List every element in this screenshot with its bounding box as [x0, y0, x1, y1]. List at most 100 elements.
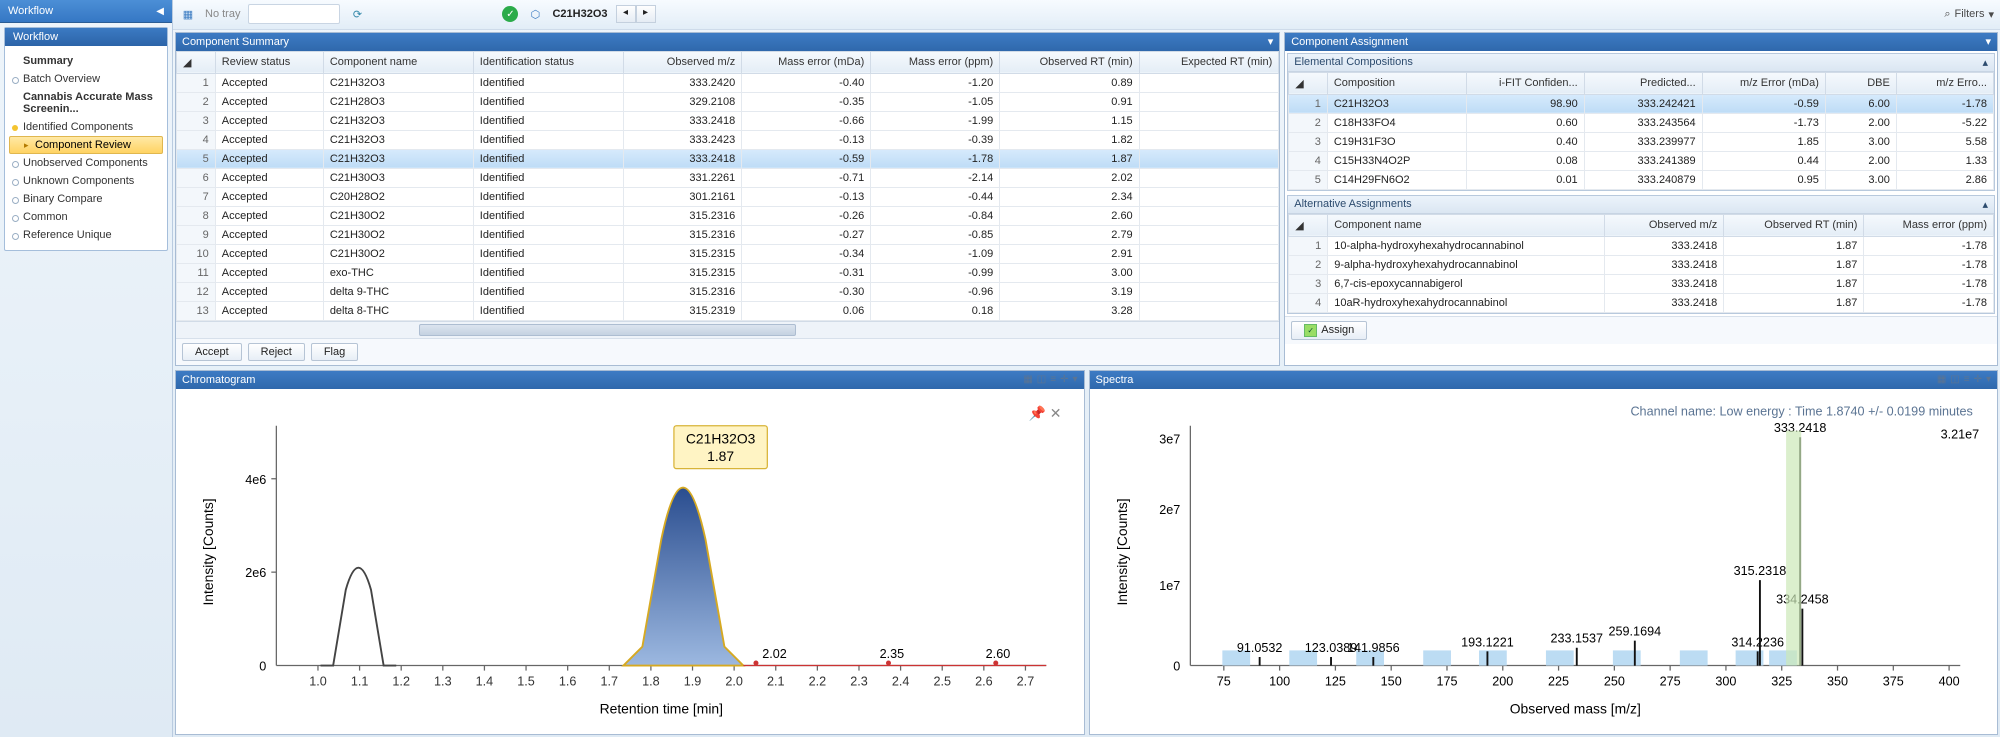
table-row[interactable]: 5AcceptedC21H32O3Identified333.2418-0.59… — [177, 149, 1279, 168]
workflow-nav-head: Workflow — [5, 28, 167, 46]
sidebar-item[interactable]: Common — [9, 208, 163, 226]
collapse-icon[interactable]: ◀ — [156, 6, 164, 17]
table-row[interactable]: 12Accepteddelta 9-THCIdentified315.2316-… — [177, 282, 1279, 301]
table-row[interactable]: 5C14H29FN6O20.01333.2408790.953.002.86 — [1289, 170, 1994, 189]
sidebar-item[interactable]: Reference Unique — [9, 226, 163, 244]
main-toolbar: ▦ No tray ⟳ ✓ ⬡ C21H32O3 ◂▸ ⌕ Filters ▾ — [173, 0, 2000, 30]
sidebar-item[interactable]: Cannabis Accurate Mass Screenin... — [9, 88, 163, 118]
filters-button[interactable]: ⌕ Filters ▾ — [1944, 8, 1994, 21]
svg-text:315.2318: 315.2318 — [1733, 564, 1786, 578]
assign-button-label: Assign — [1321, 324, 1354, 336]
sidebar-item[interactable]: Component Review — [9, 136, 163, 154]
panel-expand-icon[interactable]: ▾ — [1986, 374, 1991, 385]
chevron-down-icon: ▾ — [1988, 8, 1994, 21]
reject-button[interactable]: Reject — [248, 343, 305, 361]
svg-text:259.1694: 259.1694 — [1608, 624, 1661, 638]
table-row[interactable]: 29-alpha-hydroxyhexahydrocannabinol333.2… — [1289, 255, 1994, 274]
table-row[interactable]: 2C18H33FO40.60333.243564-1.732.00-5.22 — [1289, 113, 1994, 132]
chrom-ylabel: Intensity [Counts] — [200, 498, 216, 605]
svg-text:400: 400 — [1938, 675, 1959, 689]
chart-tool-icon[interactable]: ▦ — [1023, 374, 1032, 385]
table-row[interactable]: 13Accepteddelta 8-THCIdentified315.23190… — [177, 301, 1279, 320]
component-assignment-title: Component Assignment — [1291, 36, 1408, 48]
flag-button[interactable]: Flag — [311, 343, 358, 361]
component-summary-table: ◢Review statusComponent nameIdentificati… — [176, 51, 1279, 321]
spectra-ylabel: Intensity [Counts] — [1114, 498, 1130, 605]
alternative-assignments-table[interactable]: ◢Component nameObserved m/zObserved RT (… — [1288, 214, 1994, 313]
workflow-nav-body: SummaryBatch OverviewCannabis Accurate M… — [5, 46, 167, 250]
table-row[interactable]: 7AcceptedC20H28O2Identified301.2161-0.13… — [177, 187, 1279, 206]
svg-text:2e6: 2e6 — [245, 566, 266, 580]
svg-text:2.7: 2.7 — [1017, 675, 1035, 689]
chart-tool-icon[interactable]: ✛ — [1974, 374, 1982, 385]
component-summary-table-wrap[interactable]: ◢Review statusComponent nameIdentificati… — [176, 51, 1279, 321]
sidebar-item[interactable]: Identified Components — [9, 118, 163, 136]
collapse-icon[interactable]: ▴ — [1982, 198, 1988, 211]
workflow-bar[interactable]: Workflow ◀ — [0, 0, 172, 23]
chart-tool-icon[interactable]: ≡ — [1964, 374, 1970, 385]
collapse-icon[interactable]: ▴ — [1982, 56, 1988, 69]
molecule-icon: ⬡ — [526, 5, 544, 23]
panel-expand-icon[interactable]: ▾ — [1985, 35, 1991, 48]
pin-icon[interactable]: 📌 ✕ — [1029, 404, 1062, 422]
svg-text:193.1221: 193.1221 — [1461, 635, 1514, 649]
summary-hscroll[interactable] — [176, 321, 1279, 338]
chart-tool-icon[interactable]: ≡ — [1050, 374, 1056, 385]
table-row[interactable]: 6AcceptedC21H30O3Identified331.2261-0.71… — [177, 168, 1279, 187]
table-row[interactable]: 110-alpha-hydroxyhexahydrocannabinol333.… — [1289, 236, 1994, 255]
svg-text:2.2: 2.2 — [809, 675, 827, 689]
spectra-chart[interactable]: Channel name: Low energy : Time 1.8740 +… — [1090, 389, 1998, 734]
svg-text:1.3: 1.3 — [434, 675, 452, 689]
funnel-icon: ⌕ — [1944, 8, 1950, 21]
svg-text:1.2: 1.2 — [392, 675, 410, 689]
elemental-compositions-title: Elemental Compositions — [1294, 56, 1413, 68]
sidebar-item[interactable]: Batch Overview — [9, 70, 163, 88]
chart-tool-icon[interactable]: ◫ — [1037, 374, 1046, 385]
chrom-label-formula: C21H32O3 — [686, 430, 756, 446]
assign-button[interactable]: ✓ Assign — [1291, 321, 1367, 340]
table-row[interactable]: 1C21H32O398.90333.242421-0.596.00-1.78 — [1289, 94, 1994, 113]
sidebar-item[interactable]: Unobserved Components — [9, 154, 163, 172]
tray-select[interactable] — [248, 4, 340, 24]
chrom-annot-0: 2.02 — [762, 647, 787, 661]
table-row[interactable]: 36,7-cis-epoxycannabigerol333.24181.87-1… — [1289, 274, 1994, 293]
svg-text:91.0532: 91.0532 — [1236, 641, 1282, 655]
chart-tool-icon[interactable]: ◫ — [1950, 374, 1959, 385]
panel-expand-icon[interactable]: ▾ — [1268, 35, 1274, 48]
chart-tool-icon[interactable]: ✛ — [1060, 374, 1068, 385]
svg-text:350: 350 — [1826, 675, 1847, 689]
table-row[interactable]: 4C15H33N4O2P0.08333.2413890.442.001.33 — [1289, 151, 1994, 170]
svg-text:1.8: 1.8 — [642, 675, 660, 689]
svg-text:275: 275 — [1659, 675, 1680, 689]
refresh-icon[interactable]: ⟳ — [348, 5, 366, 23]
accept-button[interactable]: Accept — [182, 343, 242, 361]
sidebar-item[interactable]: Unknown Components — [9, 172, 163, 190]
component-summary-panel: Component Summary ▾ ◢Review statusCompon… — [175, 32, 1280, 366]
table-row[interactable]: 9AcceptedC21H30O2Identified315.2316-0.27… — [177, 225, 1279, 244]
svg-text:3e7: 3e7 — [1159, 432, 1180, 446]
table-row[interactable]: 1AcceptedC21H32O3Identified333.2420-0.40… — [177, 73, 1279, 92]
spectra-yexp: 3.21e7 — [1940, 427, 1979, 441]
assignment-stack: Elemental Compositions ▴ ◢Compositioni-F… — [1285, 51, 1997, 365]
sidebar-item[interactable]: Binary Compare — [9, 190, 163, 208]
plate-icon[interactable]: ▦ — [179, 5, 197, 23]
table-row[interactable]: 8AcceptedC21H30O2Identified315.2316-0.26… — [177, 206, 1279, 225]
chrom-label-rt: 1.87 — [707, 448, 734, 464]
svg-text:300: 300 — [1715, 675, 1736, 689]
svg-text:141.9856: 141.9856 — [1347, 641, 1400, 655]
table-row[interactable]: 3C19H31F3O0.40333.2399771.853.005.58 — [1289, 132, 1994, 151]
table-row[interactable]: 3AcceptedC21H32O3Identified333.2418-0.66… — [177, 111, 1279, 130]
chromatogram-chart[interactable]: 📌 ✕ 0 2e6 4e6 1.01.11.21.31.41.51.61.71.… — [176, 389, 1084, 734]
table-row[interactable]: 10AcceptedC21H30O2Identified315.2315-0.3… — [177, 244, 1279, 263]
record-spinner[interactable]: ◂▸ — [616, 5, 656, 23]
table-row[interactable]: 2AcceptedC21H28O3Identified329.2108-0.35… — [177, 92, 1279, 111]
table-row[interactable]: 4AcceptedC21H32O3Identified333.2423-0.13… — [177, 130, 1279, 149]
table-row[interactable]: 410aR-hydroxyhexahydrocannabinol333.2418… — [1289, 293, 1994, 312]
alternative-assignments-panel: Alternative Assignments ▴ ◢Component nam… — [1287, 195, 1995, 314]
elemental-compositions-table[interactable]: ◢Compositioni-FIT Confiden...Predicted..… — [1288, 72, 1994, 190]
panel-expand-icon[interactable]: ▾ — [1072, 374, 1077, 385]
svg-text:200: 200 — [1492, 675, 1513, 689]
table-row[interactable]: 11Acceptedexo-THCIdentified315.2315-0.31… — [177, 263, 1279, 282]
sidebar-item[interactable]: Summary — [9, 52, 163, 70]
chart-tool-icon[interactable]: ▦ — [1937, 374, 1946, 385]
